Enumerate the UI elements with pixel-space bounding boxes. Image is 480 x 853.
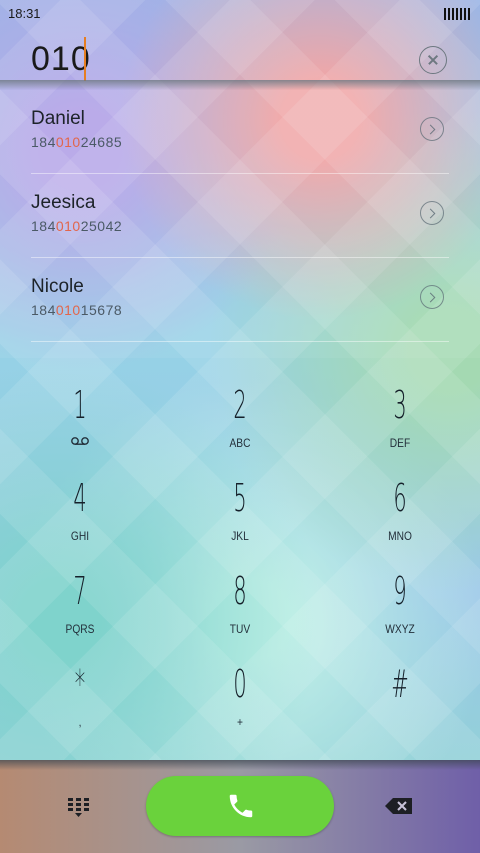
contact-number: 18401025042 xyxy=(31,218,123,234)
contact-name: Nicole xyxy=(31,276,84,297)
phone-icon xyxy=(229,794,253,818)
contact-item[interactable]: Nicole 18401015678 xyxy=(0,258,480,342)
contact-suggestions-list: Daniel 18401024685 Jeesica 18401025042 N… xyxy=(0,90,480,358)
key-digit: 4 xyxy=(73,476,87,520)
contact-number: 18401024685 xyxy=(31,134,123,150)
key-digit: 9 xyxy=(393,569,407,613)
key-digit: 2 xyxy=(233,383,247,427)
key-digit: 5 xyxy=(233,476,247,520)
key-4[interactable]: 4 GHI xyxy=(0,453,160,545)
contact-item[interactable]: Daniel 18401024685 xyxy=(0,90,480,174)
key-letters: MNO xyxy=(388,529,412,543)
contact-name: Jeesica xyxy=(31,192,96,213)
backspace-icon[interactable] xyxy=(384,796,414,816)
key-letters: ABC xyxy=(229,436,251,450)
key-letters: PQRS xyxy=(65,622,95,636)
key-2[interactable]: 2 ABC xyxy=(160,360,320,452)
key-letters: WXYZ xyxy=(385,622,415,636)
key-digit: 7 xyxy=(73,569,87,613)
key-digit: 8 xyxy=(233,569,247,613)
status-time: 18:31 xyxy=(8,6,41,21)
dial-input[interactable]: 010 xyxy=(31,40,91,79)
chevron-right-circle-icon[interactable] xyxy=(420,201,444,225)
key-letters: , xyxy=(78,715,82,729)
key-digit: 3 xyxy=(393,383,407,427)
text-caret xyxy=(84,37,86,81)
key-9[interactable]: 9 WXYZ xyxy=(320,546,480,638)
contact-name: Daniel xyxy=(31,108,85,129)
status-bar: 18:31 xyxy=(0,0,480,26)
key-0[interactable]: 0 + xyxy=(160,639,320,731)
chevron-right-circle-icon[interactable] xyxy=(420,117,444,141)
key-1[interactable]: 1 xyxy=(0,360,160,452)
key-8[interactable]: 8 TUV xyxy=(160,546,320,638)
key-digit: 0 xyxy=(233,662,247,706)
voicemail-icon xyxy=(71,437,89,445)
key-letters: DEF xyxy=(389,436,411,450)
key-digit: 1 xyxy=(73,383,87,427)
list-divider xyxy=(31,341,449,342)
signal-icon xyxy=(444,8,472,20)
key-5[interactable]: 5 JKL xyxy=(160,453,320,545)
input-divider xyxy=(0,80,480,90)
dialpad-icon[interactable] xyxy=(66,796,92,818)
key-letters: GHI xyxy=(70,529,90,543)
key-3[interactable]: 3 DEF xyxy=(320,360,480,452)
contact-item[interactable]: Jeesica 18401025042 xyxy=(0,174,480,258)
key-digit: * xyxy=(74,662,86,706)
chevron-right-circle-icon[interactable] xyxy=(420,285,444,309)
key-letters: JKL xyxy=(231,529,249,543)
key-letters: + xyxy=(237,715,243,729)
key-digit: # xyxy=(391,662,409,706)
key-letters: TUV xyxy=(229,622,251,636)
contact-number: 18401015678 xyxy=(31,302,123,318)
number-match-highlight: 010 xyxy=(55,134,81,150)
number-match-highlight: 010 xyxy=(55,218,81,234)
key-6[interactable]: 6 MNO xyxy=(320,453,480,545)
bottom-action-bar xyxy=(0,760,480,853)
number-match-highlight: 010 xyxy=(55,302,81,318)
call-button[interactable] xyxy=(146,776,334,836)
key-digit: 6 xyxy=(393,476,407,520)
dial-keypad: 1 2 ABC 3 DEF 4 GHI 5 JKL 6 MNO 7 PQRS 8… xyxy=(0,360,480,760)
key-7[interactable]: 7 PQRS xyxy=(0,546,160,638)
key-hash[interactable]: # xyxy=(320,639,480,731)
clear-input-button[interactable] xyxy=(419,46,447,74)
key-star[interactable]: * , xyxy=(0,639,160,731)
